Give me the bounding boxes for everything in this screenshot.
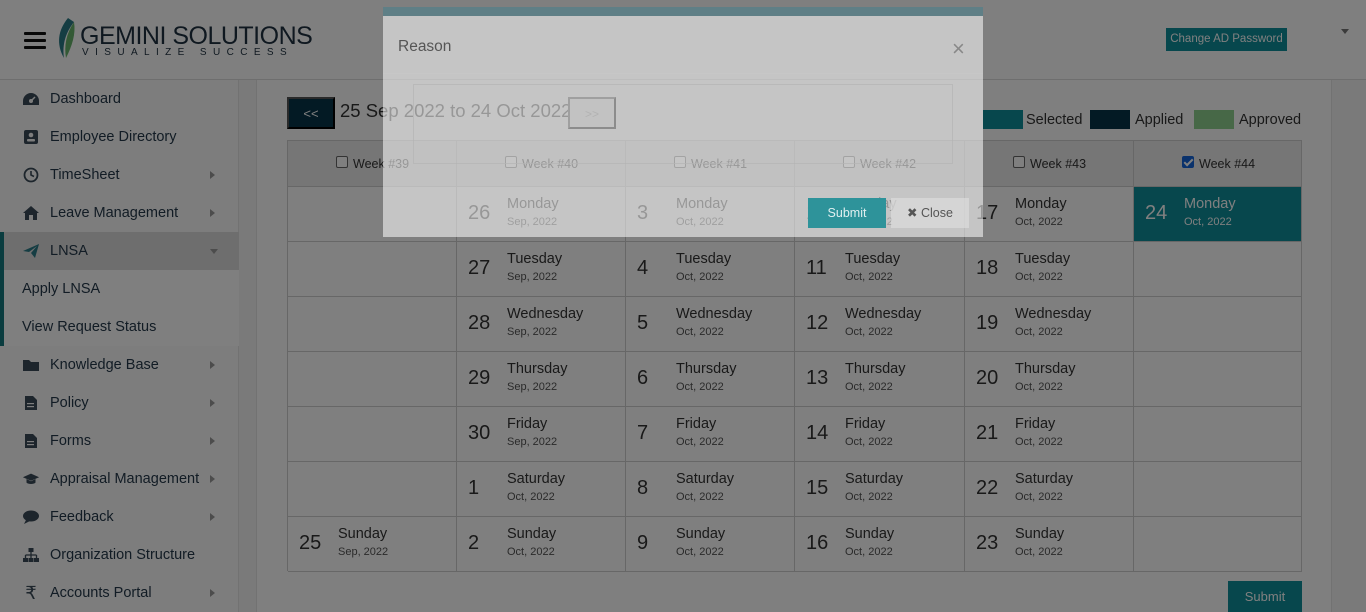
reason-modal: Reason × Submit ✖ Close	[383, 7, 983, 237]
modal-close-label: Close	[920, 206, 953, 220]
modal-close-button[interactable]: ✖ Close	[891, 198, 969, 228]
reason-textarea[interactable]	[413, 84, 953, 164]
close-x-icon: ✖	[907, 206, 921, 220]
modal-title: Reason	[398, 38, 452, 55]
close-icon[interactable]: ×	[952, 36, 965, 62]
modal-divider	[383, 73, 983, 74]
modal-submit-button[interactable]: Submit	[808, 198, 886, 228]
